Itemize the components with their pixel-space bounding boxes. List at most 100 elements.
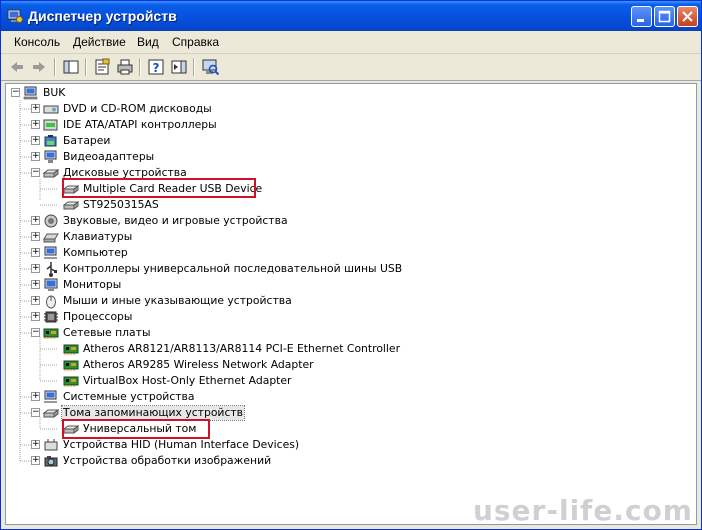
svg-text:?: ? bbox=[153, 61, 160, 75]
tree-item-label: Тома запоминающих устройств bbox=[60, 405, 246, 421]
minimize-icon bbox=[637, 19, 644, 22]
tree-expander-button[interactable]: − bbox=[31, 328, 40, 337]
tree-item-label: Мыши и иные указывающие устройства bbox=[63, 294, 292, 307]
tree-item-label: DVD и CD-ROM дисководы bbox=[63, 102, 212, 115]
storage-volume-icon bbox=[43, 409, 59, 418]
tree-item-label: Устройства HID (Human Interface Devices) bbox=[63, 438, 300, 451]
tree-item[interactable]: Мыши и иные указывающие устройства bbox=[43, 293, 293, 309]
close-button[interactable] bbox=[677, 6, 698, 27]
tree-expander-button[interactable]: + bbox=[31, 264, 40, 273]
tree-root[interactable]: BUK bbox=[23, 85, 66, 101]
network-card-icon bbox=[63, 344, 79, 355]
device-manager-window: Диспетчер устройств Консоль Действие Вид… bbox=[0, 0, 702, 530]
tree-item[interactable]: IDE ATA/ATAPI контроллеры bbox=[43, 117, 218, 133]
tree-expander-button[interactable]: + bbox=[31, 136, 40, 145]
tree-expander-button[interactable]: + bbox=[31, 296, 40, 305]
network-card-icon bbox=[43, 328, 59, 339]
tree-expander-button[interactable]: + bbox=[31, 392, 40, 401]
console-tree-icon[interactable] bbox=[61, 57, 81, 77]
scan-hardware-icon[interactable] bbox=[200, 57, 220, 77]
ide-controller-icon bbox=[43, 119, 58, 131]
menu-bar: Консоль Действие Вид Справка bbox=[1, 31, 701, 54]
tree-expander-button[interactable]: + bbox=[31, 440, 40, 449]
tree-expander-button[interactable]: + bbox=[31, 248, 40, 257]
tree-item-label: Видеоадаптеры bbox=[63, 150, 155, 163]
keyboard-icon bbox=[43, 233, 59, 243]
tree-item[interactable]: Устройства обработки изображений bbox=[43, 453, 272, 469]
toolbar: ? bbox=[1, 54, 701, 81]
tree-item[interactable]: Контроллеры универсальной последовательн… bbox=[43, 261, 403, 277]
menu-console[interactable]: Консоль bbox=[14, 35, 60, 49]
minimize-button[interactable] bbox=[631, 6, 652, 27]
device-tree: − BUK + DVD и CD-ROM дисководы + IDE ATA/AT… bbox=[5, 83, 697, 525]
collapse-root-button[interactable]: − bbox=[11, 88, 20, 97]
maximize-button[interactable] bbox=[654, 6, 675, 27]
tree-item[interactable]: Процессоры bbox=[43, 309, 133, 325]
mouse-icon bbox=[46, 295, 56, 309]
tree-item[interactable]: Atheros AR9285 Wireless Network Adapter bbox=[63, 357, 315, 373]
watermark: user-life.com bbox=[472, 494, 693, 527]
tree-expander-button[interactable]: + bbox=[31, 120, 40, 129]
tree-expander-button[interactable]: + bbox=[31, 312, 40, 321]
forward-arrow-icon[interactable] bbox=[29, 57, 49, 77]
tree-item-label: Звуковые, видео и игровые устройства bbox=[63, 214, 288, 227]
tree-item[interactable]: VirtualBox Host-Only Ethernet Adapter bbox=[63, 373, 293, 389]
title-bar[interactable]: Диспетчер устройств bbox=[1, 1, 701, 31]
battery-icon bbox=[44, 135, 57, 147]
maximize-icon bbox=[658, 10, 671, 23]
tree-item-label: Контроллеры универсальной последовательн… bbox=[63, 262, 403, 275]
computer-icon bbox=[23, 86, 38, 100]
tree-root-label: BUK bbox=[43, 86, 66, 99]
tree-expander-button[interactable]: − bbox=[31, 408, 40, 417]
tree-item-label: ST9250315AS bbox=[83, 198, 159, 211]
usb-icon bbox=[46, 262, 57, 277]
toolbar-separator bbox=[85, 58, 87, 76]
tree-expander-button[interactable]: + bbox=[31, 104, 40, 113]
tree-item-label: Процессоры bbox=[63, 310, 133, 323]
tree-item-label: Компьютер bbox=[63, 246, 128, 259]
tree-item[interactable]: DVD и CD-ROM дисководы bbox=[43, 101, 213, 117]
toolbar-separator bbox=[54, 58, 56, 76]
tree-item-label: Atheros AR9285 Wireless Network Adapter bbox=[83, 358, 314, 371]
menu-view[interactable]: Вид bbox=[137, 35, 159, 49]
help-icon[interactable]: ? bbox=[146, 57, 166, 77]
tree-item[interactable]: Мониторы bbox=[43, 277, 122, 293]
tree-item-label: Устройства обработки изображений bbox=[63, 454, 272, 467]
tree-item[interactable]: Системные устройства bbox=[43, 389, 196, 405]
tree-expander-button[interactable]: + bbox=[31, 232, 40, 241]
back-arrow-icon[interactable] bbox=[7, 57, 27, 77]
tree-item[interactable]: Звуковые, видео и игровые устройства bbox=[43, 213, 289, 229]
tree-item[interactable]: Устройства HID (Human Interface Devices) bbox=[43, 437, 300, 453]
monitor-icon bbox=[44, 278, 58, 291]
properties-icon[interactable] bbox=[92, 57, 112, 77]
tree-item[interactable]: Батареи bbox=[43, 133, 111, 149]
tree-item-label: IDE ATA/ATAPI контроллеры bbox=[63, 118, 217, 131]
network-card-icon bbox=[63, 376, 79, 387]
tree-item-label: Atheros AR8121/AR8113/AR8114 PCI-E Ether… bbox=[83, 342, 401, 355]
tree-item-label: Системные устройства bbox=[63, 390, 195, 403]
tree-expander-button[interactable]: + bbox=[31, 152, 40, 161]
tree-expander-button[interactable]: + bbox=[31, 280, 40, 289]
tree-item[interactable]: Atheros AR8121/AR8113/AR8114 PCI-E Ether… bbox=[63, 341, 401, 357]
hid-icon bbox=[44, 439, 58, 451]
tree-item-label: Мониторы bbox=[63, 278, 122, 291]
tree-item[interactable]: Компьютер bbox=[43, 245, 129, 261]
tree-item-label: Сетевые платы bbox=[63, 326, 151, 339]
highlight-box-universal-volume bbox=[62, 419, 210, 439]
tree-item[interactable]: ST9250315AS bbox=[63, 197, 160, 213]
tree-expander-button[interactable]: + bbox=[31, 456, 40, 465]
action-pane-icon[interactable] bbox=[169, 57, 189, 77]
menu-help[interactable]: Справка bbox=[172, 35, 219, 49]
tree-item[interactable]: Клавиатуры bbox=[43, 229, 133, 245]
tree-expander-button[interactable]: − bbox=[31, 168, 40, 177]
tree-item[interactable]: Сетевые платы bbox=[43, 325, 151, 341]
tree-item-label: Батареи bbox=[63, 134, 111, 147]
tree-expander-button[interactable]: + bbox=[31, 216, 40, 225]
toolbar-separator bbox=[139, 58, 141, 76]
tree-item-label: Клавиатуры bbox=[63, 230, 133, 243]
tree-item[interactable]: Видеоадаптеры bbox=[43, 149, 155, 165]
processor-icon bbox=[44, 311, 58, 323]
menu-action[interactable]: Действие bbox=[73, 35, 126, 49]
dvd-drive-icon bbox=[43, 105, 59, 114]
printer-icon[interactable] bbox=[115, 57, 135, 77]
